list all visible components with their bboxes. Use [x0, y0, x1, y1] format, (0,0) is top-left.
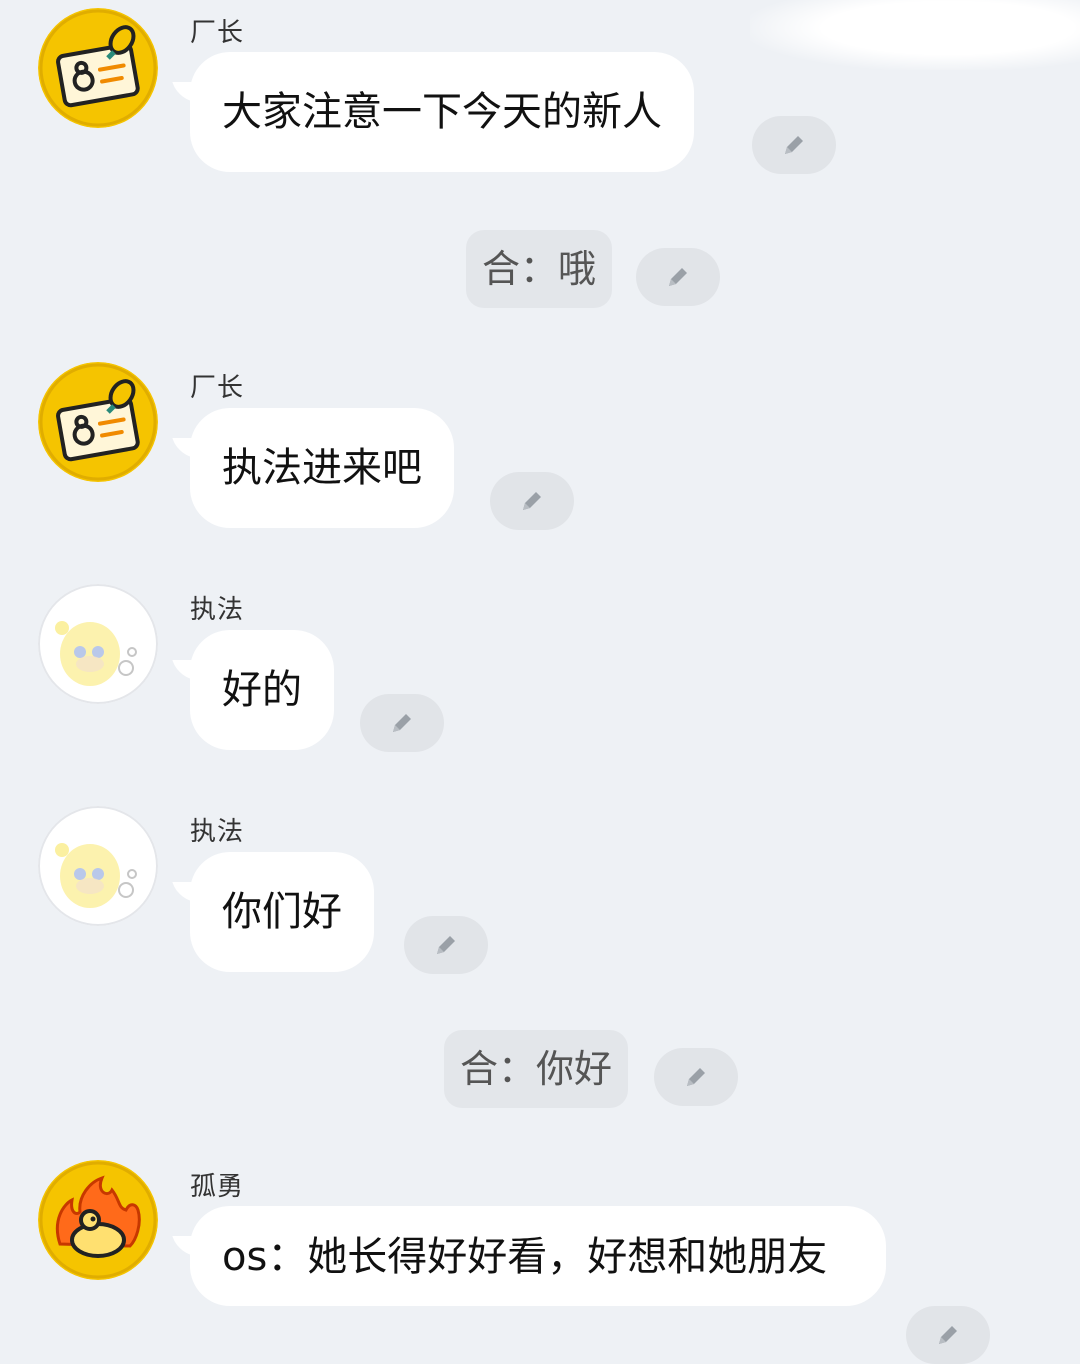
pencil-icon: [669, 268, 687, 286]
edit-button[interactable]: [360, 694, 444, 752]
cartoon-character-icon: [38, 584, 158, 704]
id-badge-icon: [38, 8, 158, 128]
system-message: 合：你好: [444, 1030, 629, 1108]
message-bubble[interactable]: os：她长得好好看，好想和她朋友: [190, 1206, 886, 1306]
white-smudge: [750, 0, 1080, 70]
flame-face-icon: [38, 1160, 158, 1280]
avatar-changzhang[interactable]: [38, 8, 158, 128]
message-bubble[interactable]: 你们好: [190, 852, 374, 972]
message-bubble[interactable]: 好的: [190, 630, 334, 750]
cartoon-character-icon: [38, 806, 158, 926]
sender-name: 执法: [190, 817, 245, 847]
sender-name: 厂长: [190, 18, 245, 48]
system-message: 合：哦: [466, 230, 613, 308]
sender-name: 执法: [190, 595, 245, 625]
pencil-icon: [393, 714, 411, 732]
edit-button[interactable]: [752, 116, 836, 174]
edit-button[interactable]: [490, 472, 574, 530]
edit-button[interactable]: [654, 1048, 738, 1106]
pencil-icon: [523, 492, 541, 510]
edit-button[interactable]: [636, 248, 720, 306]
pencil-icon: [939, 1326, 957, 1344]
pencil-icon: [437, 936, 455, 954]
message-bubble[interactable]: 执法进来吧: [190, 408, 454, 528]
sender-name: 孤勇: [190, 1172, 245, 1202]
message-bubble[interactable]: 大家注意一下今天的新人: [190, 52, 694, 172]
avatar-zhifa[interactable]: [38, 584, 158, 704]
sender-name: 厂长: [190, 373, 245, 403]
avatar-zhifa[interactable]: [38, 806, 158, 926]
pencil-icon: [785, 136, 803, 154]
edit-button[interactable]: [404, 916, 488, 974]
pencil-icon: [687, 1068, 705, 1086]
avatar-guyong[interactable]: [38, 1160, 158, 1280]
edit-button[interactable]: [906, 1306, 990, 1364]
avatar-changzhang[interactable]: [38, 362, 158, 482]
id-badge-icon: [38, 362, 158, 482]
